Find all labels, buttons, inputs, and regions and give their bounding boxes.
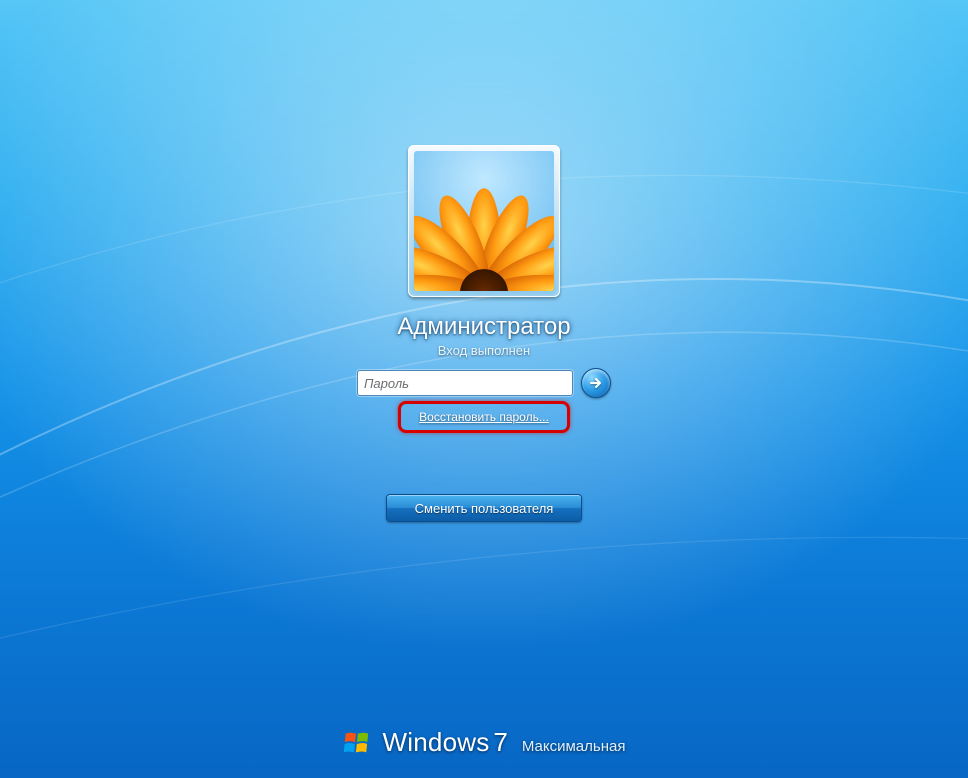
brand-version: 7 xyxy=(493,727,507,758)
login-status-label: Вход выполнен xyxy=(438,343,530,358)
brand-product: Windows xyxy=(383,727,490,758)
branding-bar: Windows 7 Максимальная xyxy=(343,727,626,758)
login-screen: Администратор Вход выполнен Восстановить… xyxy=(0,0,968,778)
password-input[interactable] xyxy=(357,370,573,396)
switch-user-button[interactable]: Сменить пользователя xyxy=(386,494,582,522)
windows-logo-icon xyxy=(343,728,373,758)
submit-button[interactable] xyxy=(581,368,611,398)
reset-password-link[interactable]: Восстановить пароль... xyxy=(411,406,557,428)
user-avatar xyxy=(408,145,560,297)
password-row xyxy=(357,368,611,398)
login-panel: Администратор Вход выполнен Восстановить… xyxy=(294,145,674,522)
brand-edition: Максимальная xyxy=(522,738,626,758)
arrow-right-icon xyxy=(588,375,604,391)
flower-avatar-icon xyxy=(414,151,554,291)
username-label: Администратор xyxy=(397,313,570,341)
